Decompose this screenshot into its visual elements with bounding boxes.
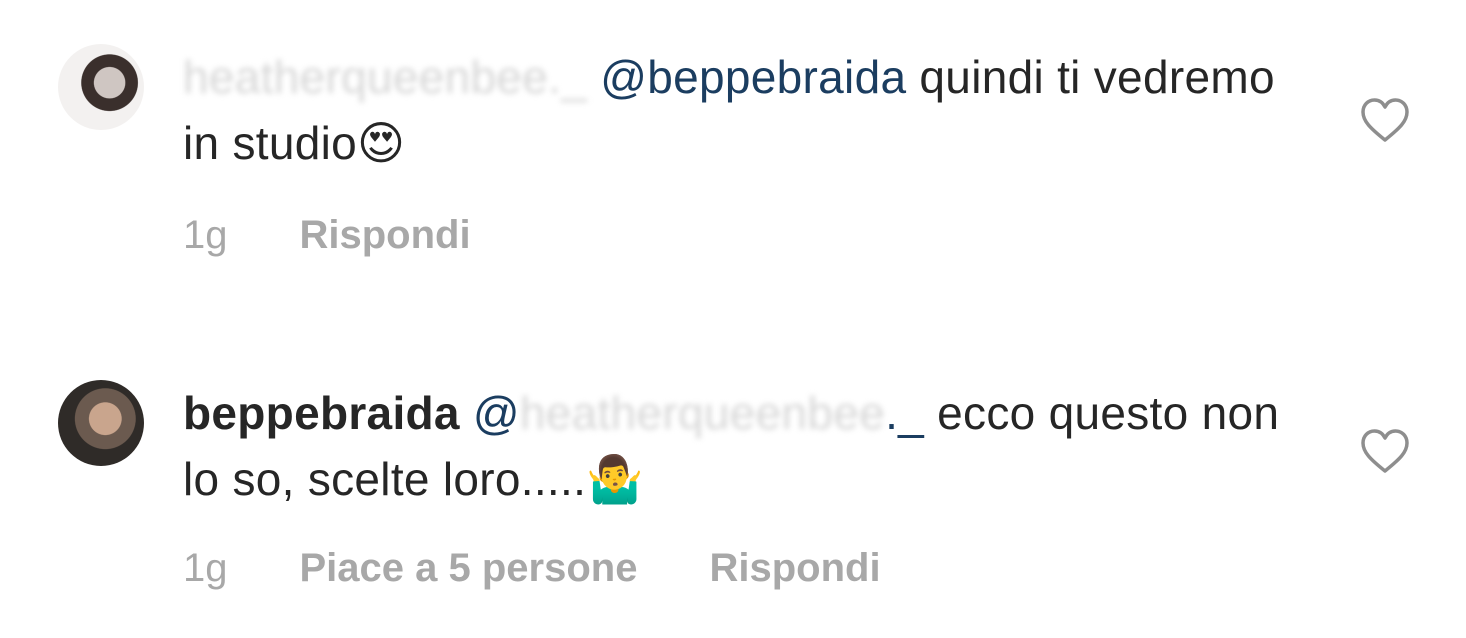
avatar[interactable] — [58, 44, 144, 130]
comment-text: beppebraida @heatherqueenbee._ ecco ques… — [183, 380, 1313, 512]
comment-username[interactable]: beppebraida — [183, 387, 460, 439]
heart-outline-icon[interactable] — [1360, 428, 1410, 474]
heart-outline-icon[interactable] — [1360, 97, 1410, 143]
comment-meta: 1g Piace a 5 persone Rispondi — [183, 543, 881, 593]
likes-count-link[interactable]: Piace a 5 persone — [300, 543, 638, 593]
comment-mention-blurred[interactable]: heatherqueenbee — [520, 387, 885, 439]
comment-mention[interactable]: @beppebraida — [600, 51, 906, 103]
avatar[interactable] — [58, 380, 144, 466]
comment-text: heatherqueenbee._ @beppebraida quindi ti… — [183, 44, 1313, 176]
heart-eyes-emoji: 😍 — [357, 117, 406, 169]
comment-mention-tail[interactable]: ._ — [885, 387, 924, 439]
comment-meta: 1g Rispondi — [183, 210, 471, 260]
comment-mention-prefix[interactable]: @ — [473, 387, 520, 439]
comment-username[interactable]: heatherqueenbee._ — [183, 51, 587, 103]
reply-button[interactable]: Rispondi — [709, 543, 880, 593]
comment-time: 1g — [183, 546, 228, 590]
shrug-emoji: 🤷‍♂️ — [586, 453, 644, 505]
comment-time: 1g — [183, 213, 228, 257]
reply-button[interactable]: Rispondi — [300, 210, 471, 260]
